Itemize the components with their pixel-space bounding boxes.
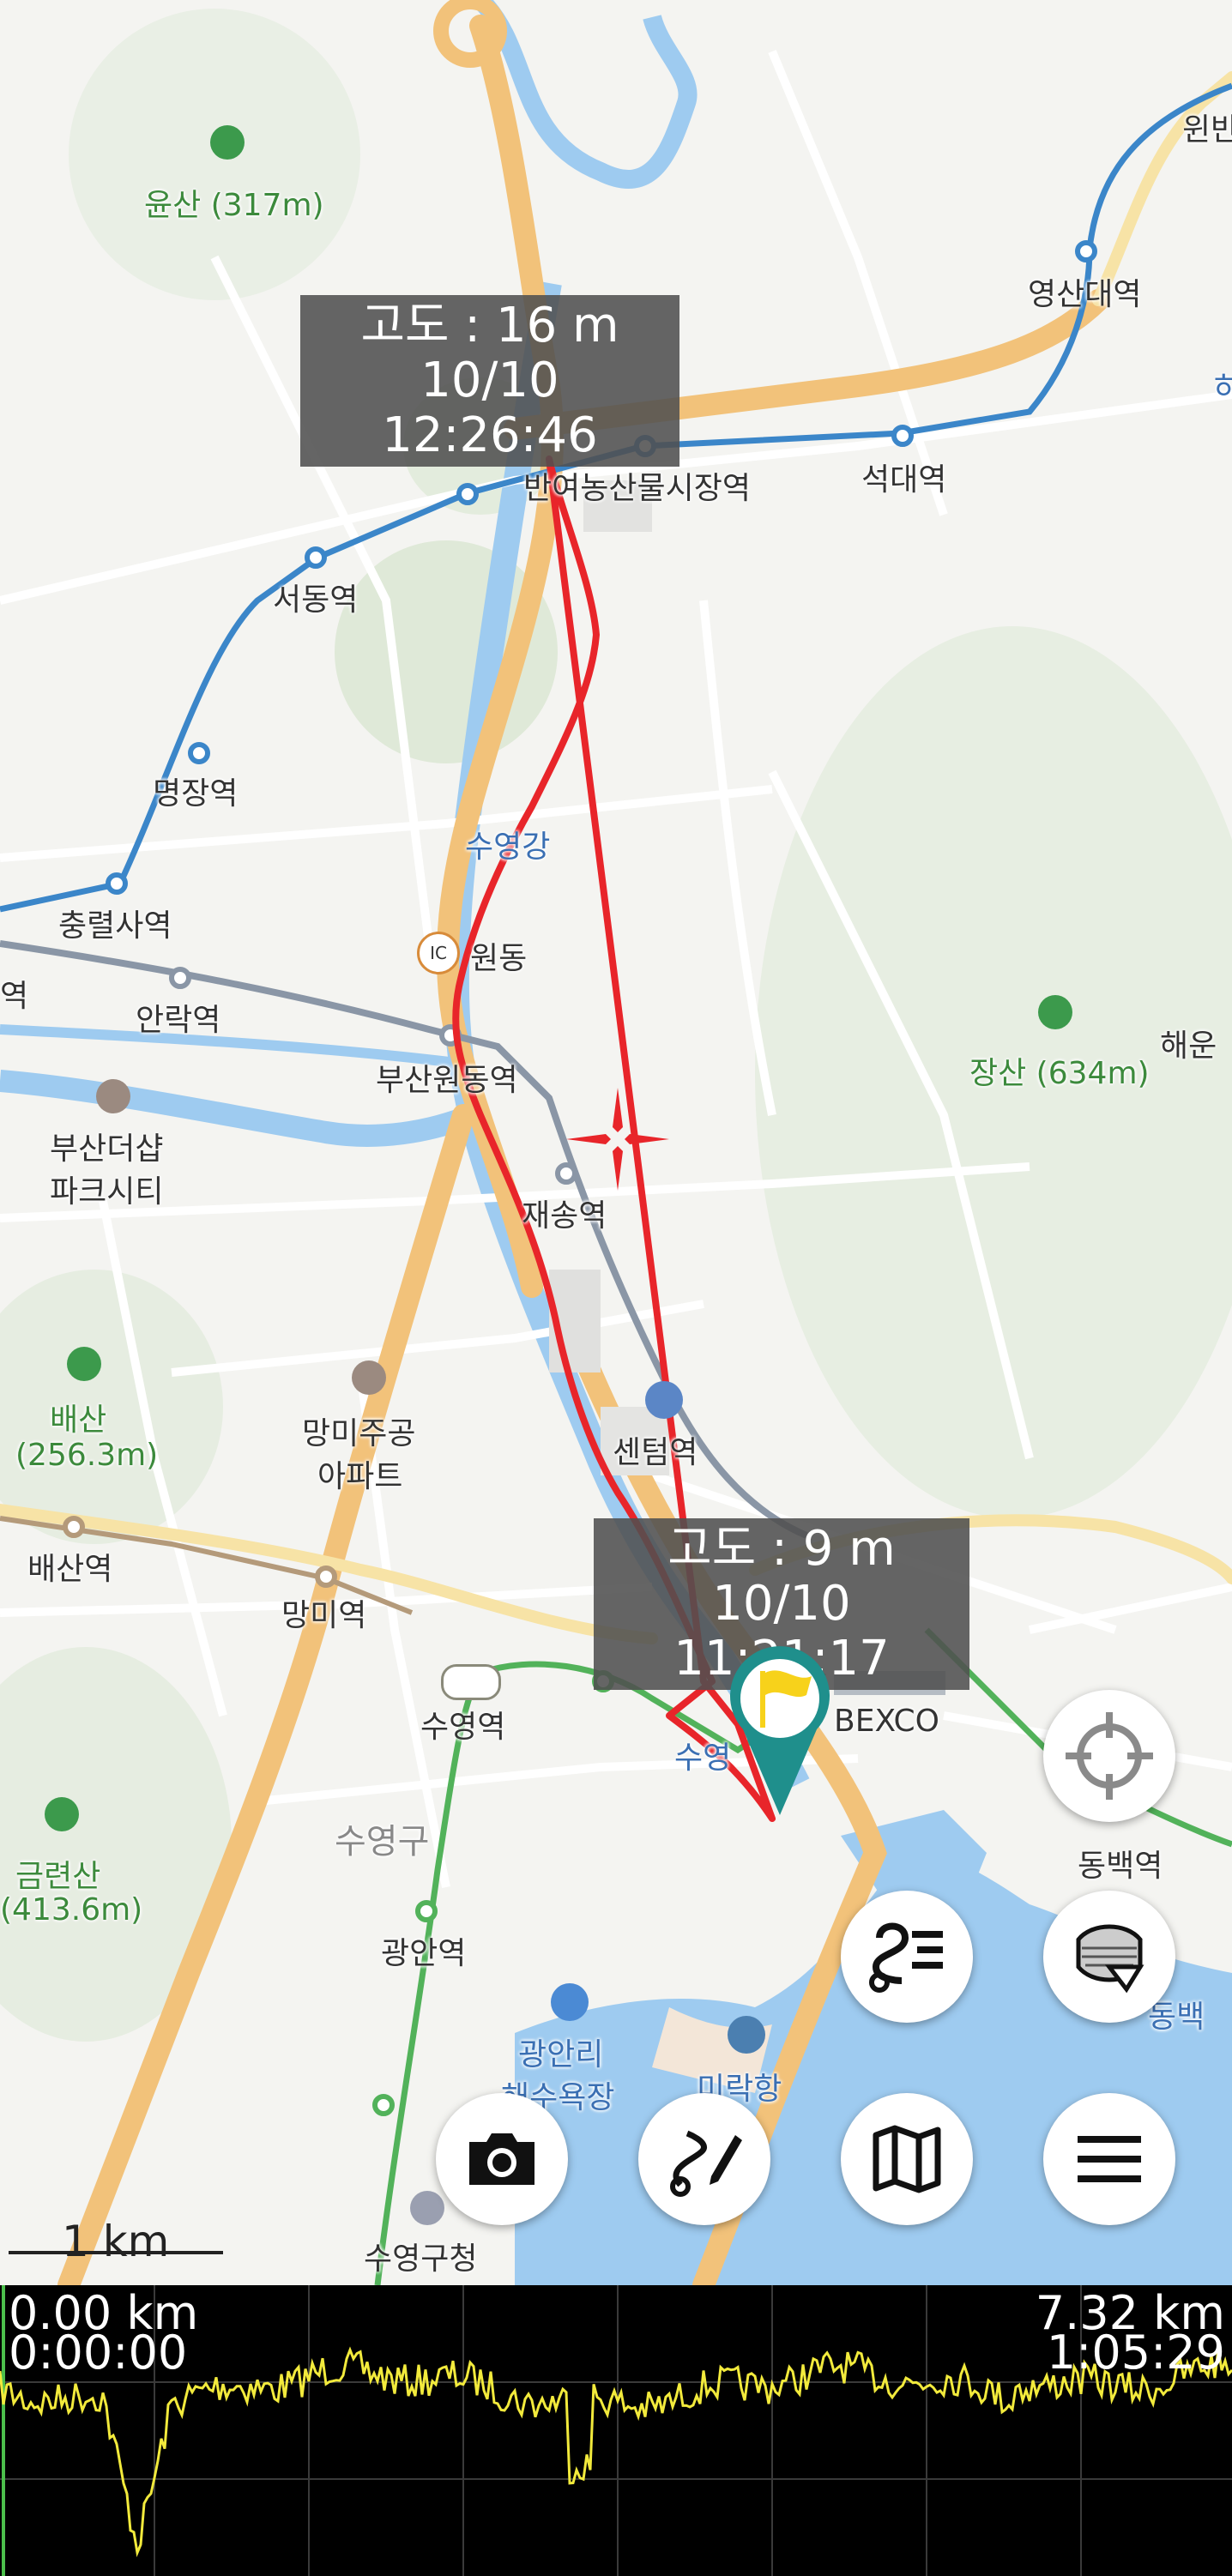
label-wondong: 원동	[470, 941, 528, 976]
building-icon	[352, 1360, 386, 1395]
map-center-crosshair-icon	[566, 1088, 669, 1191]
label-seokdae-station: 석대역	[861, 462, 947, 498]
label-gwangalli: 광안리	[518, 2037, 604, 2072]
map-button[interactable]	[841, 2093, 973, 2225]
label-baesan-2: (256.3m)	[15, 1438, 159, 1473]
label-dongbaek-station: 동백역	[1078, 1849, 1163, 1884]
elevation-profile[interactable]: 0.00 km 0:00:00 7.32 km 1:05:29	[0, 2285, 1232, 2576]
label-woonban: 윈반	[1182, 112, 1232, 148]
route-list-button[interactable]	[841, 1891, 973, 2023]
label-seodong-station: 서동역	[273, 582, 359, 618]
menu-button[interactable]	[1043, 2093, 1175, 2225]
suyeong-station-badge	[441, 1664, 501, 1700]
label-jaesong-station: 재송역	[522, 1198, 607, 1234]
label-gwangan-station: 광안역	[381, 1936, 467, 1971]
profile-start-time: 0:00:00	[9, 2326, 188, 2380]
start-flag-marker-icon[interactable]	[729, 1645, 830, 1815]
label-mangmi-station: 망미역	[281, 1598, 367, 1633]
beach-icon	[551, 1983, 589, 2021]
mountain-icon	[67, 1347, 101, 1381]
label-left-edge-station: 역	[0, 979, 29, 1014]
label-yunsan: 윤산 (317m)	[144, 188, 324, 223]
camera-icon	[469, 2133, 534, 2185]
camera-button[interactable]	[436, 2093, 568, 2225]
profile-end-time: 1:05:29	[1046, 2326, 1225, 2380]
menu-icon	[1078, 2136, 1141, 2182]
label-right-edge: 히	[1213, 371, 1232, 407]
label-myeongjang-station: 명장역	[153, 776, 239, 811]
label-yeongsan-univ-station: 영산대역	[1028, 277, 1142, 312]
label-busan-the-sharp: 부산더샵	[50, 1131, 164, 1167]
scale-bar: 1 km	[9, 2217, 223, 2266]
route-list-icon	[869, 1922, 943, 1993]
label-bexco: BEXCO	[834, 1704, 939, 1739]
label-suyeong-river: 수영강	[465, 830, 551, 865]
train-icon	[645, 1381, 683, 1419]
locate-button[interactable]	[1043, 1690, 1175, 1822]
end-point-callout: 고도 : 16 m 10/10 12:26:46	[300, 295, 679, 467]
label-suyeong-gu: 수영구	[335, 1822, 430, 1861]
port-icon	[728, 2016, 765, 2054]
label-haeun: 해운	[1160, 1029, 1217, 1064]
end-altitude-text: 고도 : 16 m	[360, 298, 619, 353]
label-geumnyeonsan: 금련산	[15, 1859, 101, 1894]
label-chungnyeolsa-station: 충렬사역	[58, 908, 172, 944]
mountain-icon	[45, 1797, 79, 1831]
label-baesan: 배산	[50, 1403, 107, 1438]
map-view[interactable]: 윤산 (317m) 윈반 서동역 명장역 충렬사역 안락역 역 부산더샵 파크시…	[0, 0, 1232, 2285]
label-busan-the-sharp-2: 파크시티	[50, 1174, 164, 1210]
label-bansong-market-station: 반여농산물시장역	[523, 471, 751, 506]
label-centum-station: 센텀역	[613, 1435, 698, 1470]
label-busan-wondong-station: 부산원동역	[376, 1063, 518, 1098]
building-icon	[96, 1079, 130, 1113]
draw-route-button[interactable]	[638, 2093, 770, 2225]
label-mangmi-apt-2: 아파트	[317, 1459, 403, 1494]
label-suyeong-office: 수영구청	[364, 2241, 478, 2277]
office-icon	[410, 2191, 444, 2225]
label-suyeong-partial: 수영	[674, 1740, 732, 1776]
label-suyeong-station: 수영역	[420, 1710, 506, 1745]
label-baesan-station: 배산역	[27, 1552, 113, 1587]
ic-badge: IC	[417, 932, 460, 974]
label-mangmi-apt: 망미주공	[302, 1416, 416, 1451]
label-geumnyeonsan-2: (413.6m)	[0, 1892, 143, 1927]
layers-icon	[1076, 1924, 1144, 1994]
mountain-icon	[1038, 995, 1072, 1029]
mountain-icon	[210, 125, 245, 160]
label-jangsan: 장산 (634m)	[969, 1056, 1150, 1091]
map-icon	[873, 2125, 941, 2193]
end-time-text: 10/10 12:26:46	[382, 353, 598, 463]
start-altitude-text: 고도 : 9 m	[667, 1521, 896, 1577]
scale-label: 1 km	[62, 2217, 170, 2266]
layers-button[interactable]	[1043, 1891, 1175, 2023]
crosshair-icon	[1066, 1712, 1153, 1800]
draw-route-icon	[670, 2130, 742, 2197]
label-anrak-station: 안락역	[136, 1003, 221, 1038]
